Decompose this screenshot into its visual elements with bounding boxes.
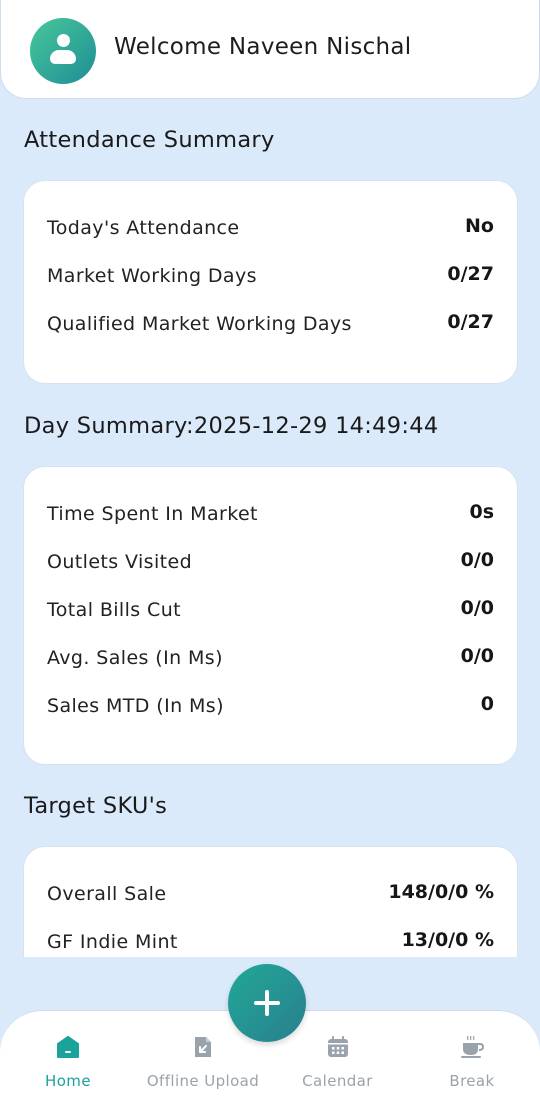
welcome-text: Welcome Naveen Nischal [114, 34, 412, 60]
welcome-header: Welcome Naveen Nischal [0, 0, 540, 99]
nav-label: Break [449, 1072, 495, 1090]
row-label: GF Indie Mint [47, 931, 178, 953]
nav-item-calendar[interactable]: Calendar [290, 1011, 385, 1106]
offline-upload-icon [195, 1037, 211, 1057]
attendance-summary-title: Attendance Summary [24, 127, 275, 153]
row-value: 0/27 [447, 311, 494, 333]
nav-item-home[interactable]: Home [18, 1011, 118, 1106]
nav-label: Offline Upload [146, 1072, 260, 1090]
row-label: Market Working Days [47, 265, 257, 287]
nav-label: Calendar [302, 1072, 373, 1090]
target-sku-row: Overall Sale 148/0/0 % [47, 881, 494, 911]
row-value: 0/0 [460, 645, 494, 667]
row-label: Outlets Visited [47, 551, 193, 573]
row-value: 0/27 [447, 263, 494, 285]
row-value: 0 [480, 693, 494, 715]
row-label: Avg. Sales (In Ms) [47, 647, 223, 669]
day-summary-row: Time Spent In Market 0s [47, 501, 494, 531]
attendance-row: Qualified Market Working Days 0/27 [47, 311, 494, 341]
avatar[interactable] [30, 18, 96, 84]
row-value: 0/0 [460, 597, 494, 619]
nav-label: Home [45, 1072, 91, 1090]
add-button[interactable] [228, 964, 306, 1042]
row-label: Today's Attendance [47, 217, 240, 239]
nav-item-break[interactable]: Break [430, 1011, 514, 1106]
row-label: Overall Sale [47, 883, 167, 905]
row-value: No [465, 215, 494, 237]
row-value: 0s [469, 501, 494, 523]
day-summary-title: Day Summary:2025-12-29 14:49:44 [24, 413, 439, 439]
user-icon [57, 34, 70, 47]
row-value: 148/0/0 % [388, 881, 494, 903]
day-summary-card: Time Spent In Market 0s Outlets Visited … [23, 466, 518, 765]
row-value: 0/0 [460, 549, 494, 571]
attendance-row: Today's Attendance No [47, 215, 494, 245]
row-label: Time Spent In Market [47, 503, 258, 525]
row-label: Qualified Market Working Days [47, 313, 352, 335]
home-icon [57, 1036, 79, 1058]
day-summary-row: Sales MTD (In Ms) 0 [47, 693, 494, 723]
target-sku-row: GF Indie Mint 13/0/0 % [47, 929, 494, 959]
row-value: 13/0/0 % [401, 929, 494, 951]
day-summary-row: Outlets Visited 0/0 [47, 549, 494, 579]
attendance-row: Market Working Days 0/27 [47, 263, 494, 293]
calendar-icon [327, 1036, 348, 1057]
coffee-cup-icon [461, 1035, 484, 1058]
day-summary-row: Total Bills Cut 0/0 [47, 597, 494, 627]
row-label: Sales MTD (In Ms) [47, 695, 224, 717]
row-label: Total Bills Cut [47, 599, 181, 621]
day-summary-row: Avg. Sales (In Ms) 0/0 [47, 645, 494, 675]
target-sku-title: Target SKU's [24, 793, 168, 819]
attendance-summary-card: Today's Attendance No Market Working Day… [23, 180, 518, 384]
